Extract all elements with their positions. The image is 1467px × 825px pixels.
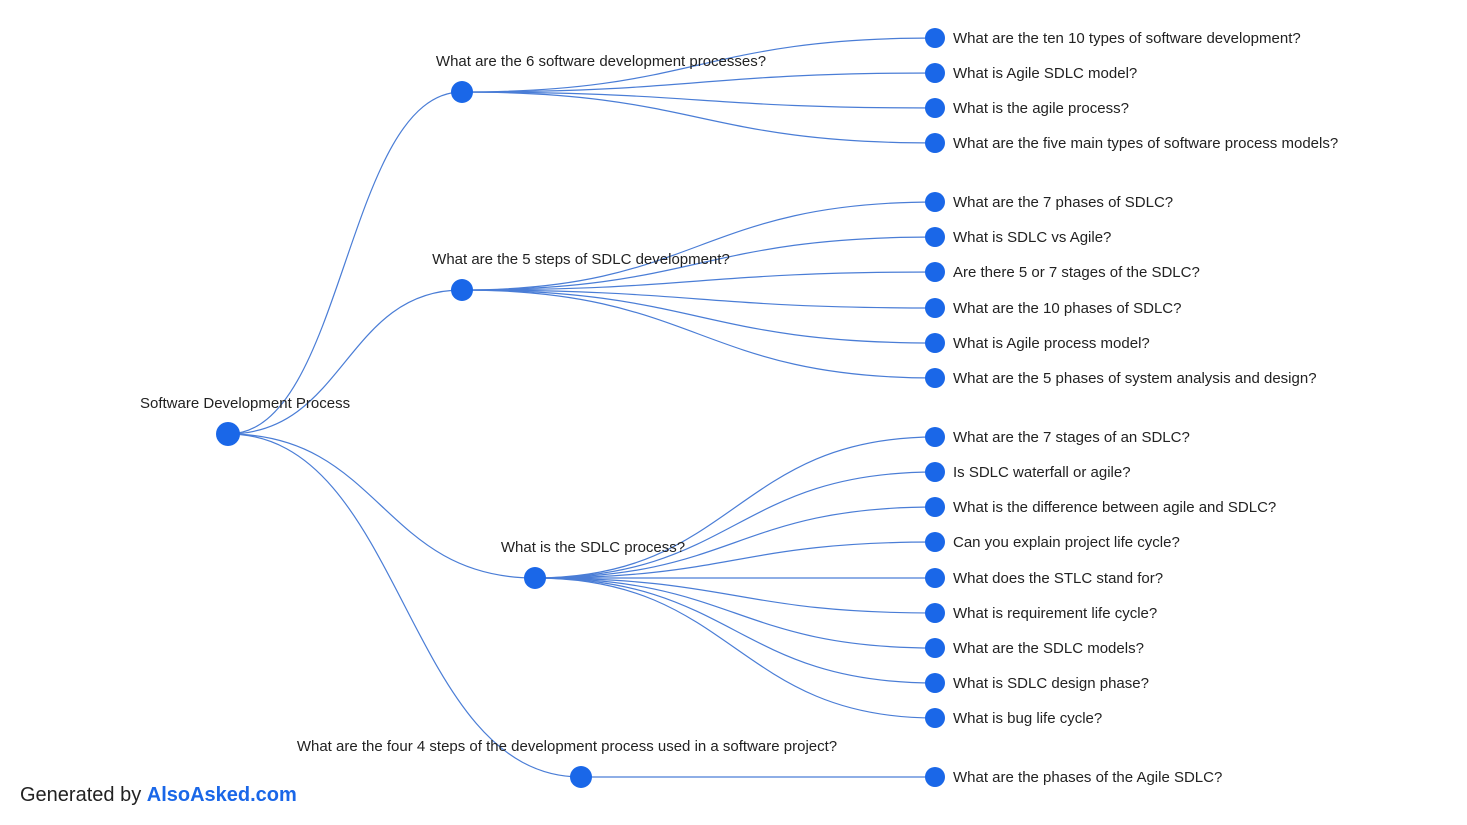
leaf-label-1-3: What are the 10 phases of SDLC? [953,300,1181,317]
leaf-node-2-5[interactable] [925,603,945,623]
leaf-label-2-0: What are the 7 stages of an SDLC? [953,429,1190,446]
leaf-label-1-2: Are there 5 or 7 stages of the SDLC? [953,264,1200,281]
branch-label-1: What are the 5 steps of SDLC development… [432,251,730,268]
branch-node-2[interactable] [524,567,546,589]
leaf-label-1-1: What is SDLC vs Agile? [953,229,1111,246]
leaf-node-1-3[interactable] [925,298,945,318]
edge-branch-1-leaf-5 [462,290,935,378]
leaf-label-2-5: What is requirement life cycle? [953,605,1157,622]
leaf-node-1-4[interactable] [925,333,945,353]
leaf-node-1-5[interactable] [925,368,945,388]
branch-label-3: What are the four 4 steps of the develop… [297,738,837,755]
edge-branch-0-leaf-1 [462,73,935,92]
leaf-node-0-0[interactable] [925,28,945,48]
edge-branch-2-leaf-0 [535,437,935,578]
leaf-node-1-2[interactable] [925,262,945,282]
branch-label-2: What is the SDLC process? [501,539,685,556]
leaf-node-1-0[interactable] [925,192,945,212]
leaf-label-2-6: What are the SDLC models? [953,640,1144,657]
branch-node-0[interactable] [451,81,473,103]
leaf-node-0-1[interactable] [925,63,945,83]
leaf-label-2-1: Is SDLC waterfall or agile? [953,464,1131,481]
leaf-node-2-8[interactable] [925,708,945,728]
leaf-label-1-5: What are the 5 phases of system analysis… [953,370,1317,387]
branch-node-3[interactable] [570,766,592,788]
edge-root-branch-0 [228,92,462,434]
edge-branch-2-leaf-1 [535,472,935,578]
mindmap-canvas: Software Development Process What are the… [0,0,1467,825]
edge-branch-2-leaf-8 [535,578,935,718]
edge-root-branch-1 [228,290,462,434]
root-node[interactable] [216,422,240,446]
leaf-node-0-2[interactable] [925,98,945,118]
leaf-label-2-7: What is SDLC design phase? [953,675,1149,692]
leaf-node-2-3[interactable] [925,532,945,552]
edge-branch-1-leaf-0 [462,202,935,290]
leaf-label-2-4: What does the STLC stand for? [953,570,1163,587]
leaf-node-2-0[interactable] [925,427,945,447]
leaf-label-1-4: What is Agile process model? [953,335,1150,352]
leaf-label-2-8: What is bug life cycle? [953,710,1102,727]
branch-node-1[interactable] [451,279,473,301]
leaf-node-2-2[interactable] [925,497,945,517]
edge-branch-2-leaf-7 [535,578,935,683]
edge-branch-2-leaf-6 [535,578,935,648]
leaf-label-1-0: What are the 7 phases of SDLC? [953,194,1173,211]
leaf-node-2-1[interactable] [925,462,945,482]
leaf-node-1-1[interactable] [925,227,945,247]
leaf-label-0-0: What are the ten 10 types of software de… [953,30,1301,47]
edge-branch-0-leaf-2 [462,92,935,108]
branch-label-0: What are the 6 software development proc… [436,53,766,70]
leaf-label-0-3: What are the five main types of software… [953,135,1338,152]
leaf-node-3-0[interactable] [925,767,945,787]
edge-root-branch-3 [228,434,581,777]
leaf-label-3-0: What are the phases of the Agile SDLC? [953,769,1222,786]
leaf-label-0-2: What is the agile process? [953,100,1129,117]
root-label: Software Development Process [140,395,350,412]
attribution: Generated by AlsoAsked.com [20,784,297,807]
labels: Software Development Process What are the… [140,30,1338,786]
edge-branch-1-leaf-4 [462,290,935,343]
attribution-prefix: Generated by [20,784,147,806]
leaf-label-0-1: What is Agile SDLC model? [953,65,1137,82]
leaf-node-2-7[interactable] [925,673,945,693]
leaf-label-2-3: Can you explain project life cycle? [953,534,1180,551]
leaf-node-0-3[interactable] [925,133,945,153]
leaf-label-2-2: What is the difference between agile and… [953,499,1276,516]
leaf-node-2-4[interactable] [925,568,945,588]
attribution-brand: AlsoAsked.com [147,784,297,806]
edge-root-branch-2 [228,434,535,578]
leaf-node-2-6[interactable] [925,638,945,658]
